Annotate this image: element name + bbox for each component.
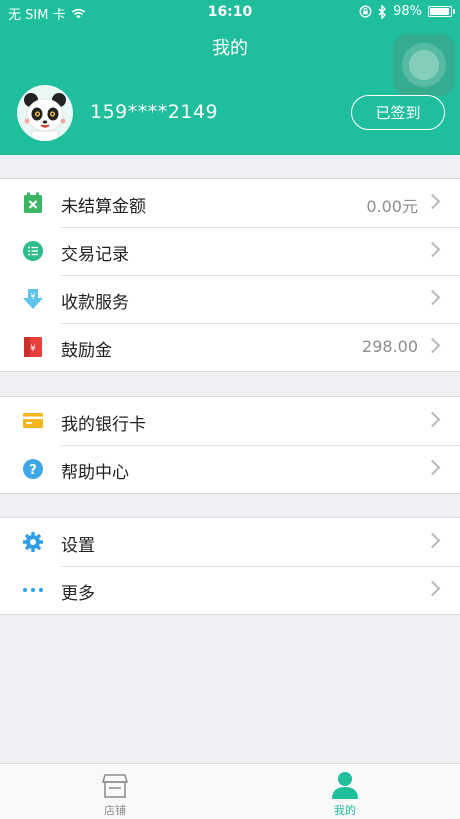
row-label: 我的银行卡 [61, 415, 146, 435]
row-label: 设置 [61, 536, 95, 556]
chevron-right-icon [424, 532, 441, 549]
row-label: 交易记录 [61, 245, 129, 265]
tab-bar: 店铺 我的 [0, 763, 460, 819]
bank-card-icon [23, 413, 43, 428]
calendar-x-icon [24, 192, 42, 213]
red-envelope-icon: ¥ [24, 337, 42, 357]
status-bar: 无 SIM 卡 16:10 98% [0, 0, 460, 24]
tab-mine[interactable]: 我的 [230, 764, 460, 819]
profile-header: 无 SIM 卡 16:10 98% 我的 159****2149 已签到 [0, 0, 460, 155]
tab-label: 店铺 [104, 804, 126, 817]
svg-text:¥: ¥ [30, 344, 36, 354]
avatar[interactable] [17, 85, 73, 141]
battery-icon [428, 6, 455, 17]
tab-label: 我的 [334, 804, 356, 817]
more-dots-icon [23, 588, 43, 592]
store-icon [101, 774, 129, 798]
tab-store[interactable]: 店铺 [0, 764, 230, 819]
row-help-center[interactable]: ? 帮助中心 [0, 445, 460, 493]
chevron-right-icon [424, 241, 441, 258]
panda-avatar-icon [24, 93, 66, 141]
row-settings[interactable]: 设置 [0, 518, 460, 566]
row-value: 0.00元 [366, 197, 418, 216]
rotation-lock-icon [359, 5, 372, 18]
gear-icon [23, 532, 43, 552]
row-label: 鼓励金 [61, 341, 112, 361]
signin-button[interactable]: 已签到 [351, 95, 445, 130]
row-label: 帮助中心 [61, 463, 129, 483]
row-value: 298.00 [362, 337, 418, 356]
row-unsettled-amount[interactable]: 未结算金额 0.00元 [0, 179, 460, 227]
row-label: 未结算金额 [61, 197, 146, 217]
help-icon: ? [23, 459, 43, 479]
settings-group-cards: 我的银行卡 ? 帮助中心 [0, 396, 460, 494]
row-more[interactable]: 更多 [0, 566, 460, 614]
row-label: 收款服务 [61, 293, 129, 313]
settings-group-system: 设置 更多 [0, 517, 460, 615]
row-payment-service[interactable]: ¥ 收款服务 [0, 275, 460, 323]
chevron-right-icon [424, 337, 441, 354]
list-icon [23, 241, 43, 261]
person-icon [332, 772, 358, 799]
svg-text:?: ? [29, 463, 37, 478]
row-label: 更多 [61, 584, 95, 604]
row-transaction-records[interactable]: 交易记录 [0, 227, 460, 275]
battery-percent: 98% [393, 4, 422, 19]
download-yen-icon: ¥ [23, 289, 43, 309]
assistive-touch-button[interactable] [393, 34, 455, 96]
svg-text:¥: ¥ [30, 292, 35, 301]
chevron-right-icon [424, 193, 441, 210]
row-incentive[interactable]: ¥ 鼓励金 298.00 [0, 323, 460, 371]
chevron-right-icon [424, 459, 441, 476]
chevron-right-icon [424, 580, 441, 597]
bluetooth-icon [378, 4, 387, 19]
page-title: 我的 [212, 38, 248, 59]
phone-number: 159****2149 [90, 101, 219, 123]
settings-group-account: 未结算金额 0.00元 交易记录 ¥ 收款服务 ¥ 鼓励金 298.00 [0, 178, 460, 372]
row-bank-card[interactable]: 我的银行卡 [0, 397, 460, 445]
chevron-right-icon [424, 289, 441, 306]
chevron-right-icon [424, 411, 441, 428]
